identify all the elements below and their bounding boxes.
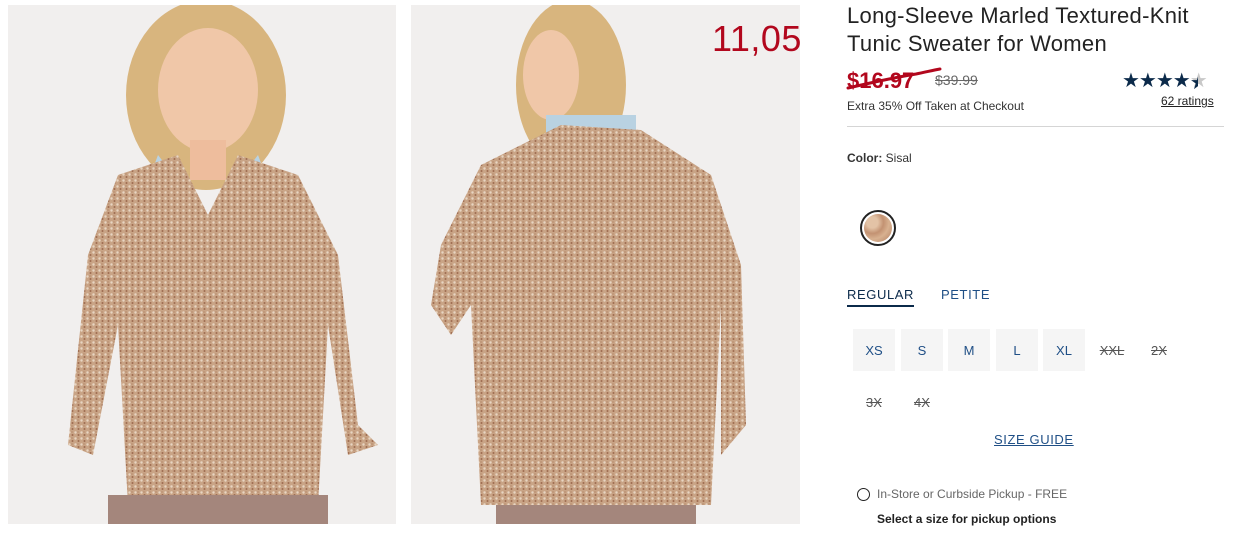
divider	[847, 126, 1224, 127]
size-m-button[interactable]: M	[948, 329, 990, 371]
rating-stars[interactable]: ★★★★★★	[1122, 68, 1208, 94]
product-title: Long-Sleeve Marled Textured-Knit Tunic S…	[847, 3, 1189, 56]
product-image-back[interactable]	[411, 5, 800, 524]
model-back-illustration	[411, 5, 800, 524]
color-label-key: Color:	[847, 151, 883, 165]
half-star-icon: ★★	[1189, 70, 1208, 94]
overlay-number: 11,05	[712, 18, 802, 59]
star-icons: ★★★★	[1122, 70, 1191, 92]
pickup-radio[interactable]	[857, 488, 870, 501]
swatch-fill	[864, 214, 892, 242]
color-value: Sisal	[885, 151, 912, 165]
size-3x-button-unavailable[interactable]: 3X	[853, 381, 895, 423]
original-price: $39.99	[935, 72, 978, 88]
size-4x-button-unavailable[interactable]: 4X	[901, 381, 943, 423]
size-guide-link[interactable]: SIZE GUIDE	[994, 432, 1074, 447]
model-front-illustration	[8, 5, 396, 524]
size-l-button[interactable]: L	[996, 329, 1038, 371]
tab-regular[interactable]: REGULAR	[847, 287, 915, 307]
size-xl-button[interactable]: XL	[1043, 329, 1085, 371]
size-xxl-button-unavailable[interactable]: XXL	[1091, 329, 1133, 371]
product-image-front[interactable]	[8, 5, 396, 524]
pickup-note: Select a size for pickup options	[877, 512, 1057, 526]
size-2x-button-unavailable[interactable]: 2X	[1138, 329, 1180, 371]
size-s-button[interactable]: S	[901, 329, 943, 371]
color-swatch-sisal[interactable]	[860, 210, 896, 246]
color-label: Color: Sisal	[847, 151, 912, 165]
promo-text: Extra 35% Off Taken at Checkout	[847, 99, 1024, 113]
sale-price: $16.97	[847, 68, 915, 93]
tab-petite[interactable]: PETITE	[941, 287, 990, 302]
size-xs-button[interactable]: XS	[853, 329, 895, 371]
ratings-count-link[interactable]: 62 ratings	[1161, 94, 1214, 108]
pickup-label: In-Store or Curbside Pickup - FREE	[877, 487, 1068, 501]
